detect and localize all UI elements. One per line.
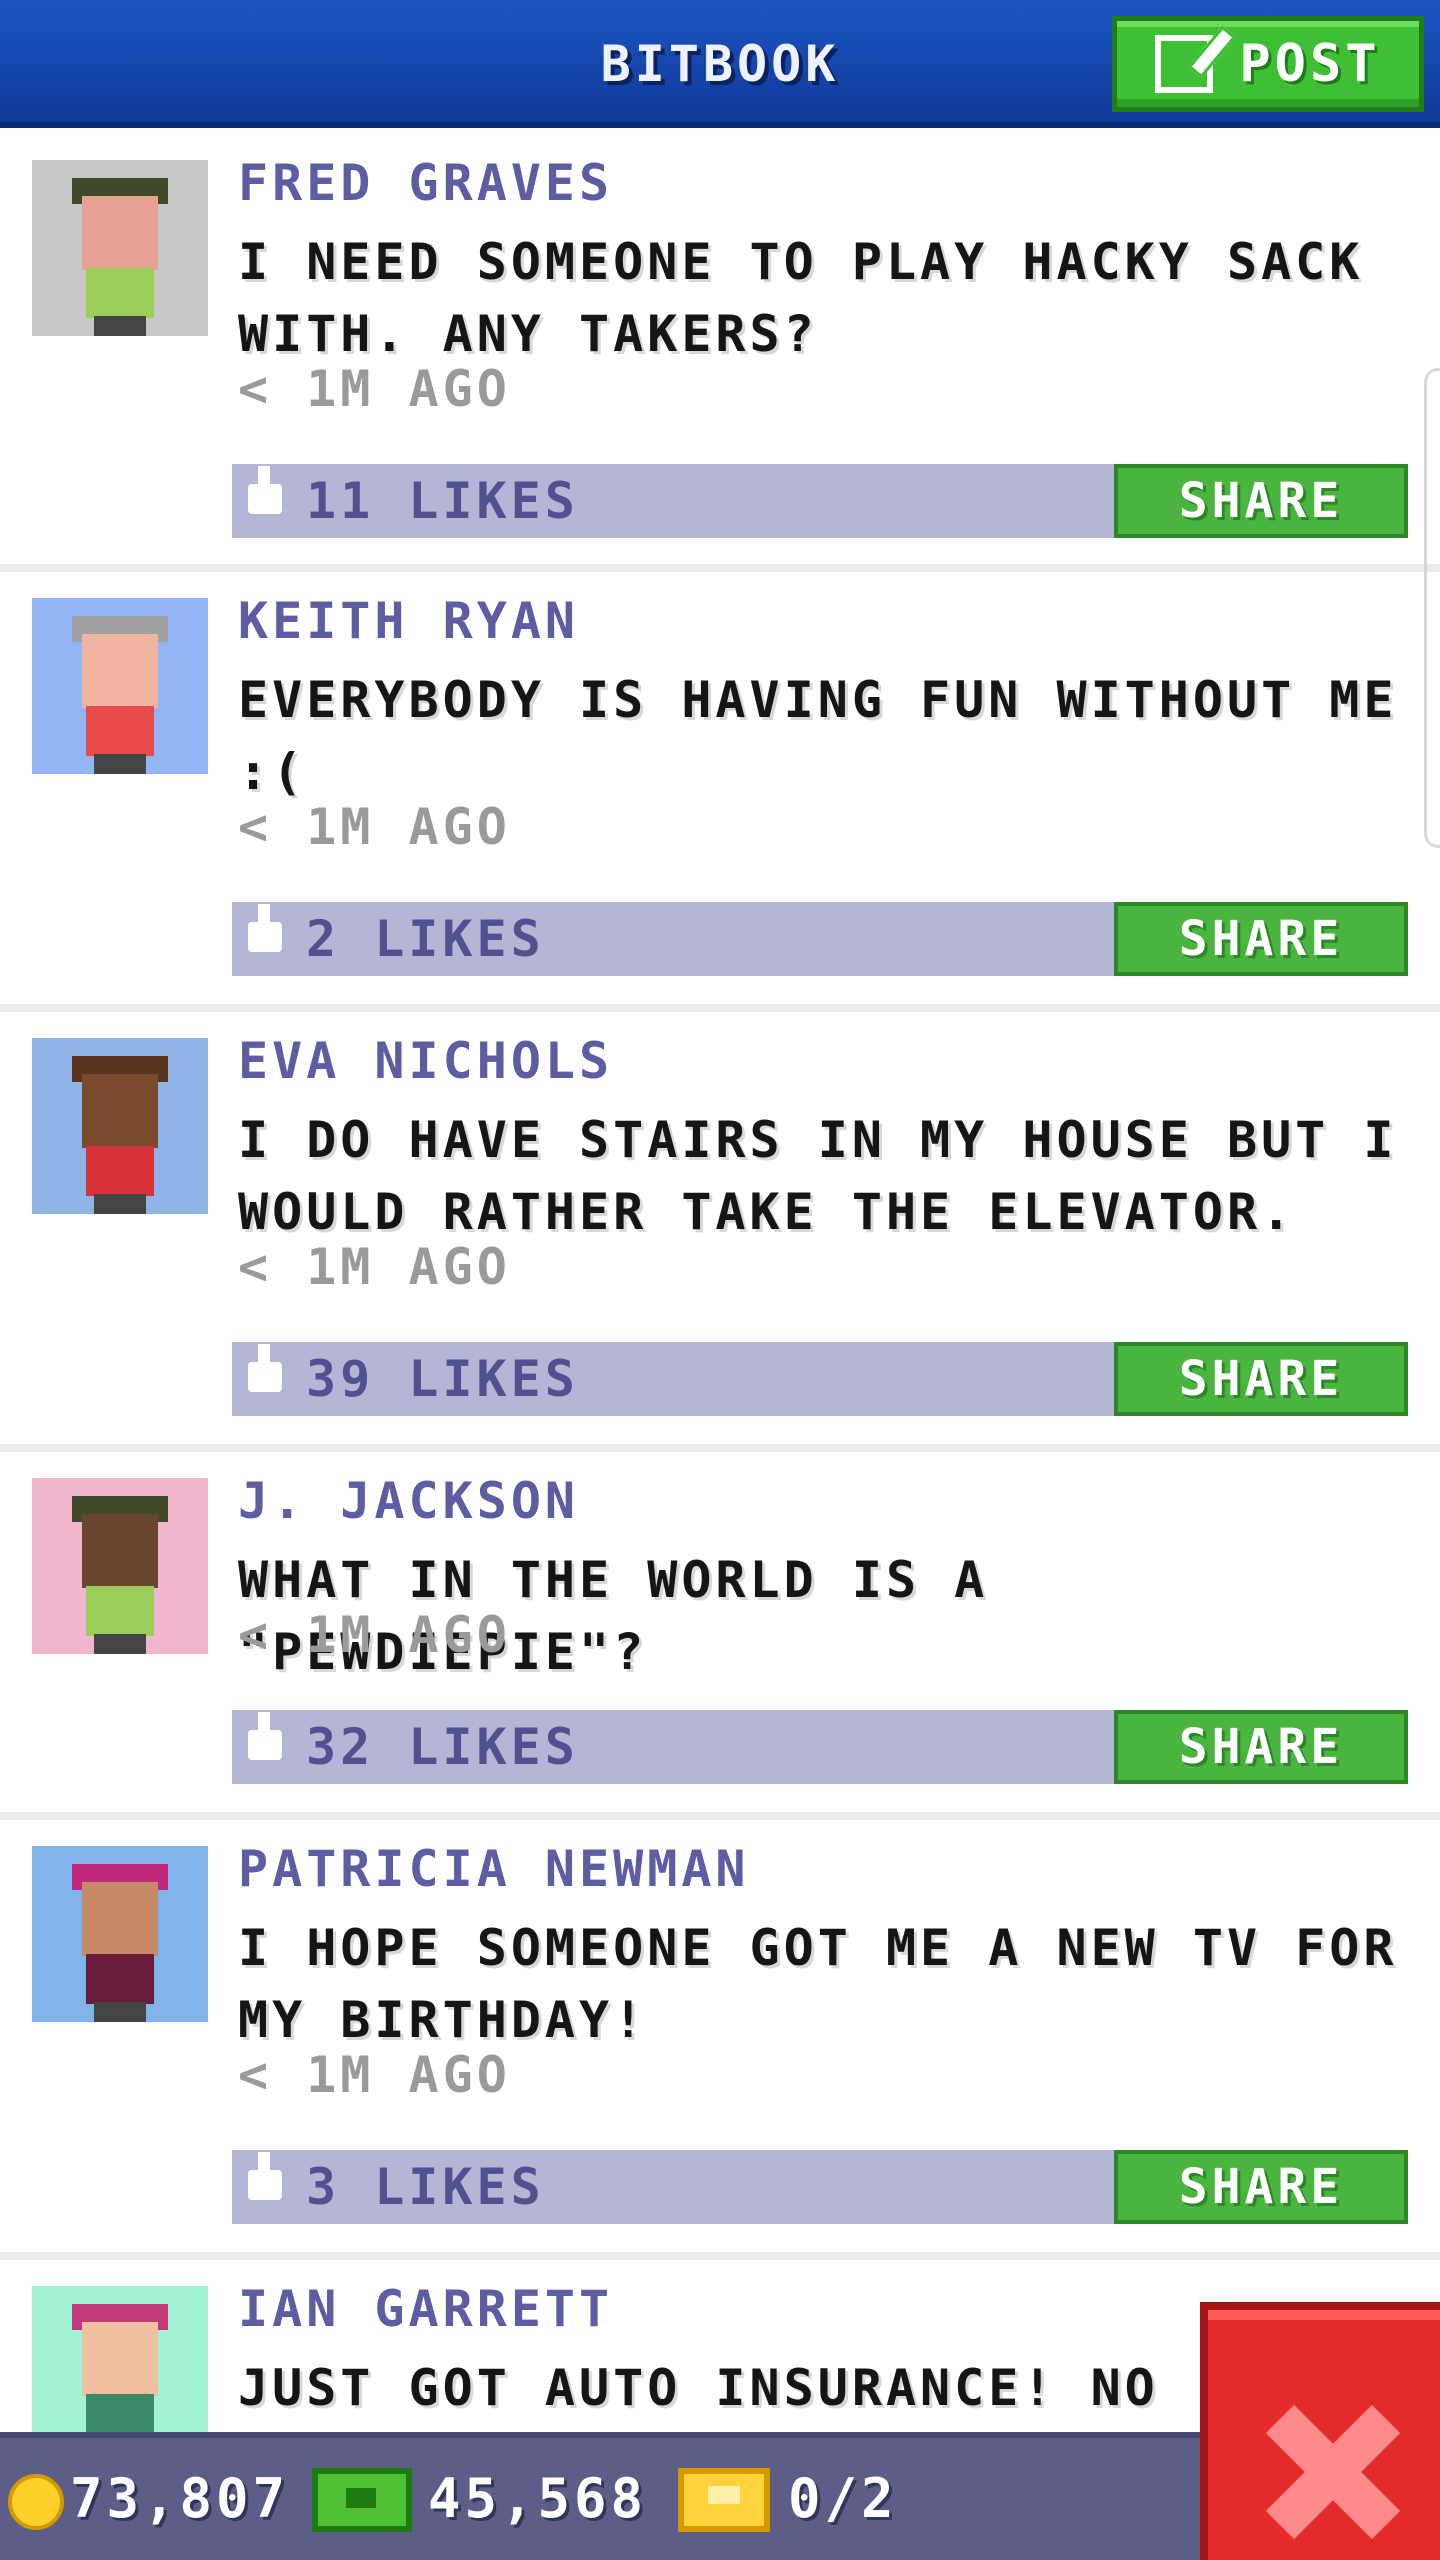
cash-icon	[312, 2468, 412, 2532]
post-message: EVERYBODY IS HAVING FUN WITHOUT ME :(	[238, 671, 1398, 801]
post-message: JUST GOT AUTO INSURANCE! NO	[238, 2359, 1159, 2417]
bux-count: 45,568	[428, 2467, 648, 2530]
share-button[interactable]: SHARE	[1114, 902, 1408, 976]
post-author[interactable]: IAN GARRETT	[238, 2280, 613, 2338]
post-time: < 1M AGO	[238, 1238, 511, 1296]
thumbs-up-icon	[248, 466, 282, 514]
post-message: I DO HAVE STAIRS IN MY HOUSE BUT I WOULD…	[238, 1111, 1398, 1241]
like-bar[interactable]: 2 LIKES SHARE	[232, 902, 1408, 976]
post-card: EVA NICHOLS I DO HAVE STAIRS IN MY HOUSE…	[0, 1012, 1440, 1452]
post-card: FRED GRAVES I NEED SOMEONE TO PLAY HACKY…	[0, 134, 1440, 572]
thumbs-up-icon	[248, 1712, 282, 1760]
post-message: I HOPE SOMEONE GOT ME A NEW TV FOR MY BI…	[238, 1919, 1398, 2049]
app-header: BITBOOK POST	[0, 0, 1440, 128]
share-button[interactable]: SHARE	[1114, 2150, 1408, 2224]
post-button-label: POST	[1239, 34, 1381, 94]
avatar	[32, 160, 208, 336]
post-author[interactable]: KEITH RYAN	[238, 592, 579, 650]
share-button[interactable]: SHARE	[1114, 464, 1408, 538]
avatar	[32, 1478, 208, 1654]
post-author[interactable]: FRED GRAVES	[238, 154, 613, 212]
likes-count: 2 LIKES	[306, 910, 545, 968]
post-time: < 1M AGO	[238, 798, 511, 856]
post-feed[interactable]: FRED GRAVES I NEED SOMEONE TO PLAY HACKY…	[0, 134, 1440, 2432]
avatar	[32, 2286, 208, 2432]
post-author[interactable]: J. JACKSON	[238, 1472, 579, 1530]
ticket-icon	[678, 2468, 770, 2532]
post-card: PATRICIA NEWMAN I HOPE SOMEONE GOT ME A …	[0, 1820, 1440, 2260]
post-time: < 1M AGO	[238, 1606, 511, 1664]
avatar	[32, 1038, 208, 1214]
share-button[interactable]: SHARE	[1114, 1342, 1408, 1416]
likes-count: 11 LIKES	[306, 472, 579, 530]
likes-count: 32 LIKES	[306, 1718, 579, 1776]
avatar	[32, 598, 208, 774]
thumbs-up-icon	[248, 904, 282, 952]
coin-count: 73,807	[70, 2467, 290, 2530]
post-author[interactable]: EVA NICHOLS	[238, 1032, 613, 1090]
post-author[interactable]: PATRICIA NEWMAN	[238, 1840, 750, 1898]
like-bar[interactable]: 11 LIKES SHARE	[232, 464, 1408, 538]
close-button[interactable]	[1200, 2302, 1440, 2560]
compose-icon	[1155, 35, 1214, 93]
likes-count: 3 LIKES	[306, 2158, 545, 2216]
post-time: < 1M AGO	[238, 2046, 511, 2104]
coin-icon	[8, 2474, 64, 2530]
post-button[interactable]: POST	[1112, 16, 1424, 112]
ticket-count: 0/2	[788, 2467, 898, 2530]
post-time: < 1M AGO	[238, 360, 511, 418]
avatar	[32, 1846, 208, 2022]
thumbs-up-icon	[248, 2152, 282, 2200]
scrollbar[interactable]	[1424, 368, 1440, 848]
post-card: J. JACKSON WHAT IN THE WORLD IS A "PEWDI…	[0, 1452, 1440, 1820]
likes-count: 39 LIKES	[306, 1350, 579, 1408]
post-message: I NEED SOMEONE TO PLAY HACKY SACK WITH. …	[238, 233, 1364, 363]
post-card: KEITH RYAN EVERYBODY IS HAVING FUN WITHO…	[0, 572, 1440, 1012]
like-bar[interactable]: 3 LIKES SHARE	[232, 2150, 1408, 2224]
thumbs-up-icon	[248, 1344, 282, 1392]
like-bar[interactable]: 32 LIKES SHARE	[232, 1710, 1408, 1784]
share-button[interactable]: SHARE	[1114, 1710, 1408, 1784]
like-bar[interactable]: 39 LIKES SHARE	[232, 1342, 1408, 1416]
